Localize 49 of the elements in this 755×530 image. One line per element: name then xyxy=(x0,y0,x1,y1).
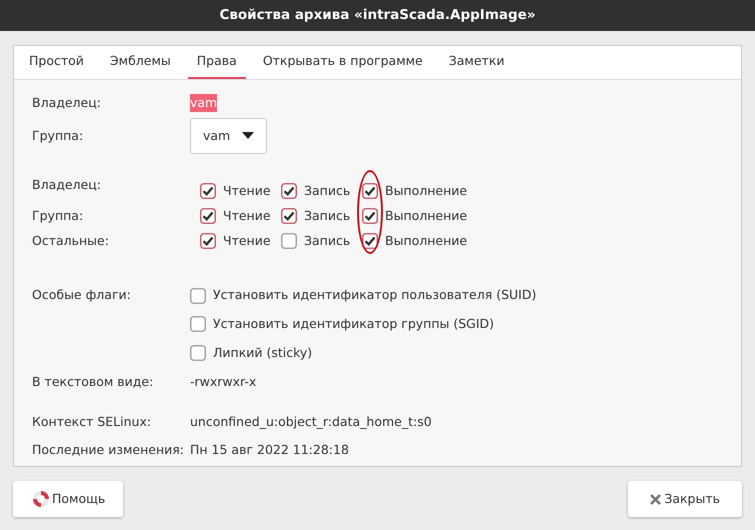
close-icon xyxy=(650,494,662,504)
field-label: В текстовом виде: xyxy=(32,372,154,390)
field-label: Последние изменения: xyxy=(32,441,185,459)
checkbox[interactable] xyxy=(190,316,206,332)
field-label: Группа: xyxy=(32,206,84,225)
owner-value: vam xyxy=(190,94,218,112)
tab[interactable]: Права xyxy=(188,46,246,79)
checkbox-label: Запись xyxy=(304,182,350,200)
field-label: Контекст SELinux: xyxy=(32,413,152,432)
checkbox-label: Чтение xyxy=(223,182,271,200)
checkbox-label: Чтение xyxy=(223,232,271,250)
checked-checkbox[interactable] xyxy=(362,232,378,249)
field-value: Пн 15 авг 2022 11:28:18 xyxy=(190,441,349,459)
field-label: Остальные: xyxy=(32,232,110,250)
field-value: unconfined_u:object_r:data_home_t:s0 xyxy=(190,413,432,432)
checkbox-label: Установить идентификатор группы (SGID) xyxy=(213,315,494,333)
help-button[interactable]: Помощь xyxy=(13,481,124,517)
dropdown-arrow-icon xyxy=(242,132,254,140)
checked-checkbox[interactable] xyxy=(281,208,297,224)
checkbox-label: Выполнение xyxy=(385,206,468,225)
checkbox-label: Выполнение xyxy=(385,232,468,250)
close-button[interactable]: Закрыть xyxy=(628,481,742,517)
checked-checkbox[interactable] xyxy=(281,183,297,200)
tab[interactable]: Открывать в программе xyxy=(254,46,432,79)
tab[interactable]: Эмблемы xyxy=(100,46,180,79)
checkbox[interactable] xyxy=(190,345,206,362)
checked-checkbox[interactable] xyxy=(200,232,216,249)
checked-checkbox[interactable] xyxy=(362,208,378,224)
field-label: Владелец: xyxy=(32,176,102,194)
checkbox-label: Липкий (sticky) xyxy=(213,344,312,362)
checkbox-label: Запись xyxy=(304,232,350,250)
field-label: Владелец: xyxy=(32,94,102,112)
checkbox[interactable] xyxy=(281,232,297,249)
checkbox[interactable] xyxy=(190,288,206,304)
field-value: -rwxrwxr-x xyxy=(190,372,256,390)
window-title: Свойства архива «intraScada.AppImage» xyxy=(0,0,755,31)
lifebuoy-icon xyxy=(33,491,49,507)
checked-checkbox[interactable] xyxy=(200,208,216,224)
tab[interactable]: Простой xyxy=(20,46,93,79)
group-dropdown[interactable]: vam xyxy=(190,118,268,154)
checked-checkbox[interactable] xyxy=(362,183,378,200)
field-label: Особые флаги: xyxy=(32,286,132,304)
checkbox-label: Чтение xyxy=(223,206,271,225)
checkbox-label: Запись xyxy=(304,206,350,225)
checkbox-label: Выполнение xyxy=(385,182,468,200)
field-label: Группа: xyxy=(32,126,84,145)
checkbox-label: Установить идентификатор пользователя (SUID) xyxy=(213,286,536,304)
tab[interactable]: Заметки xyxy=(440,46,514,79)
checked-checkbox[interactable] xyxy=(200,183,216,200)
